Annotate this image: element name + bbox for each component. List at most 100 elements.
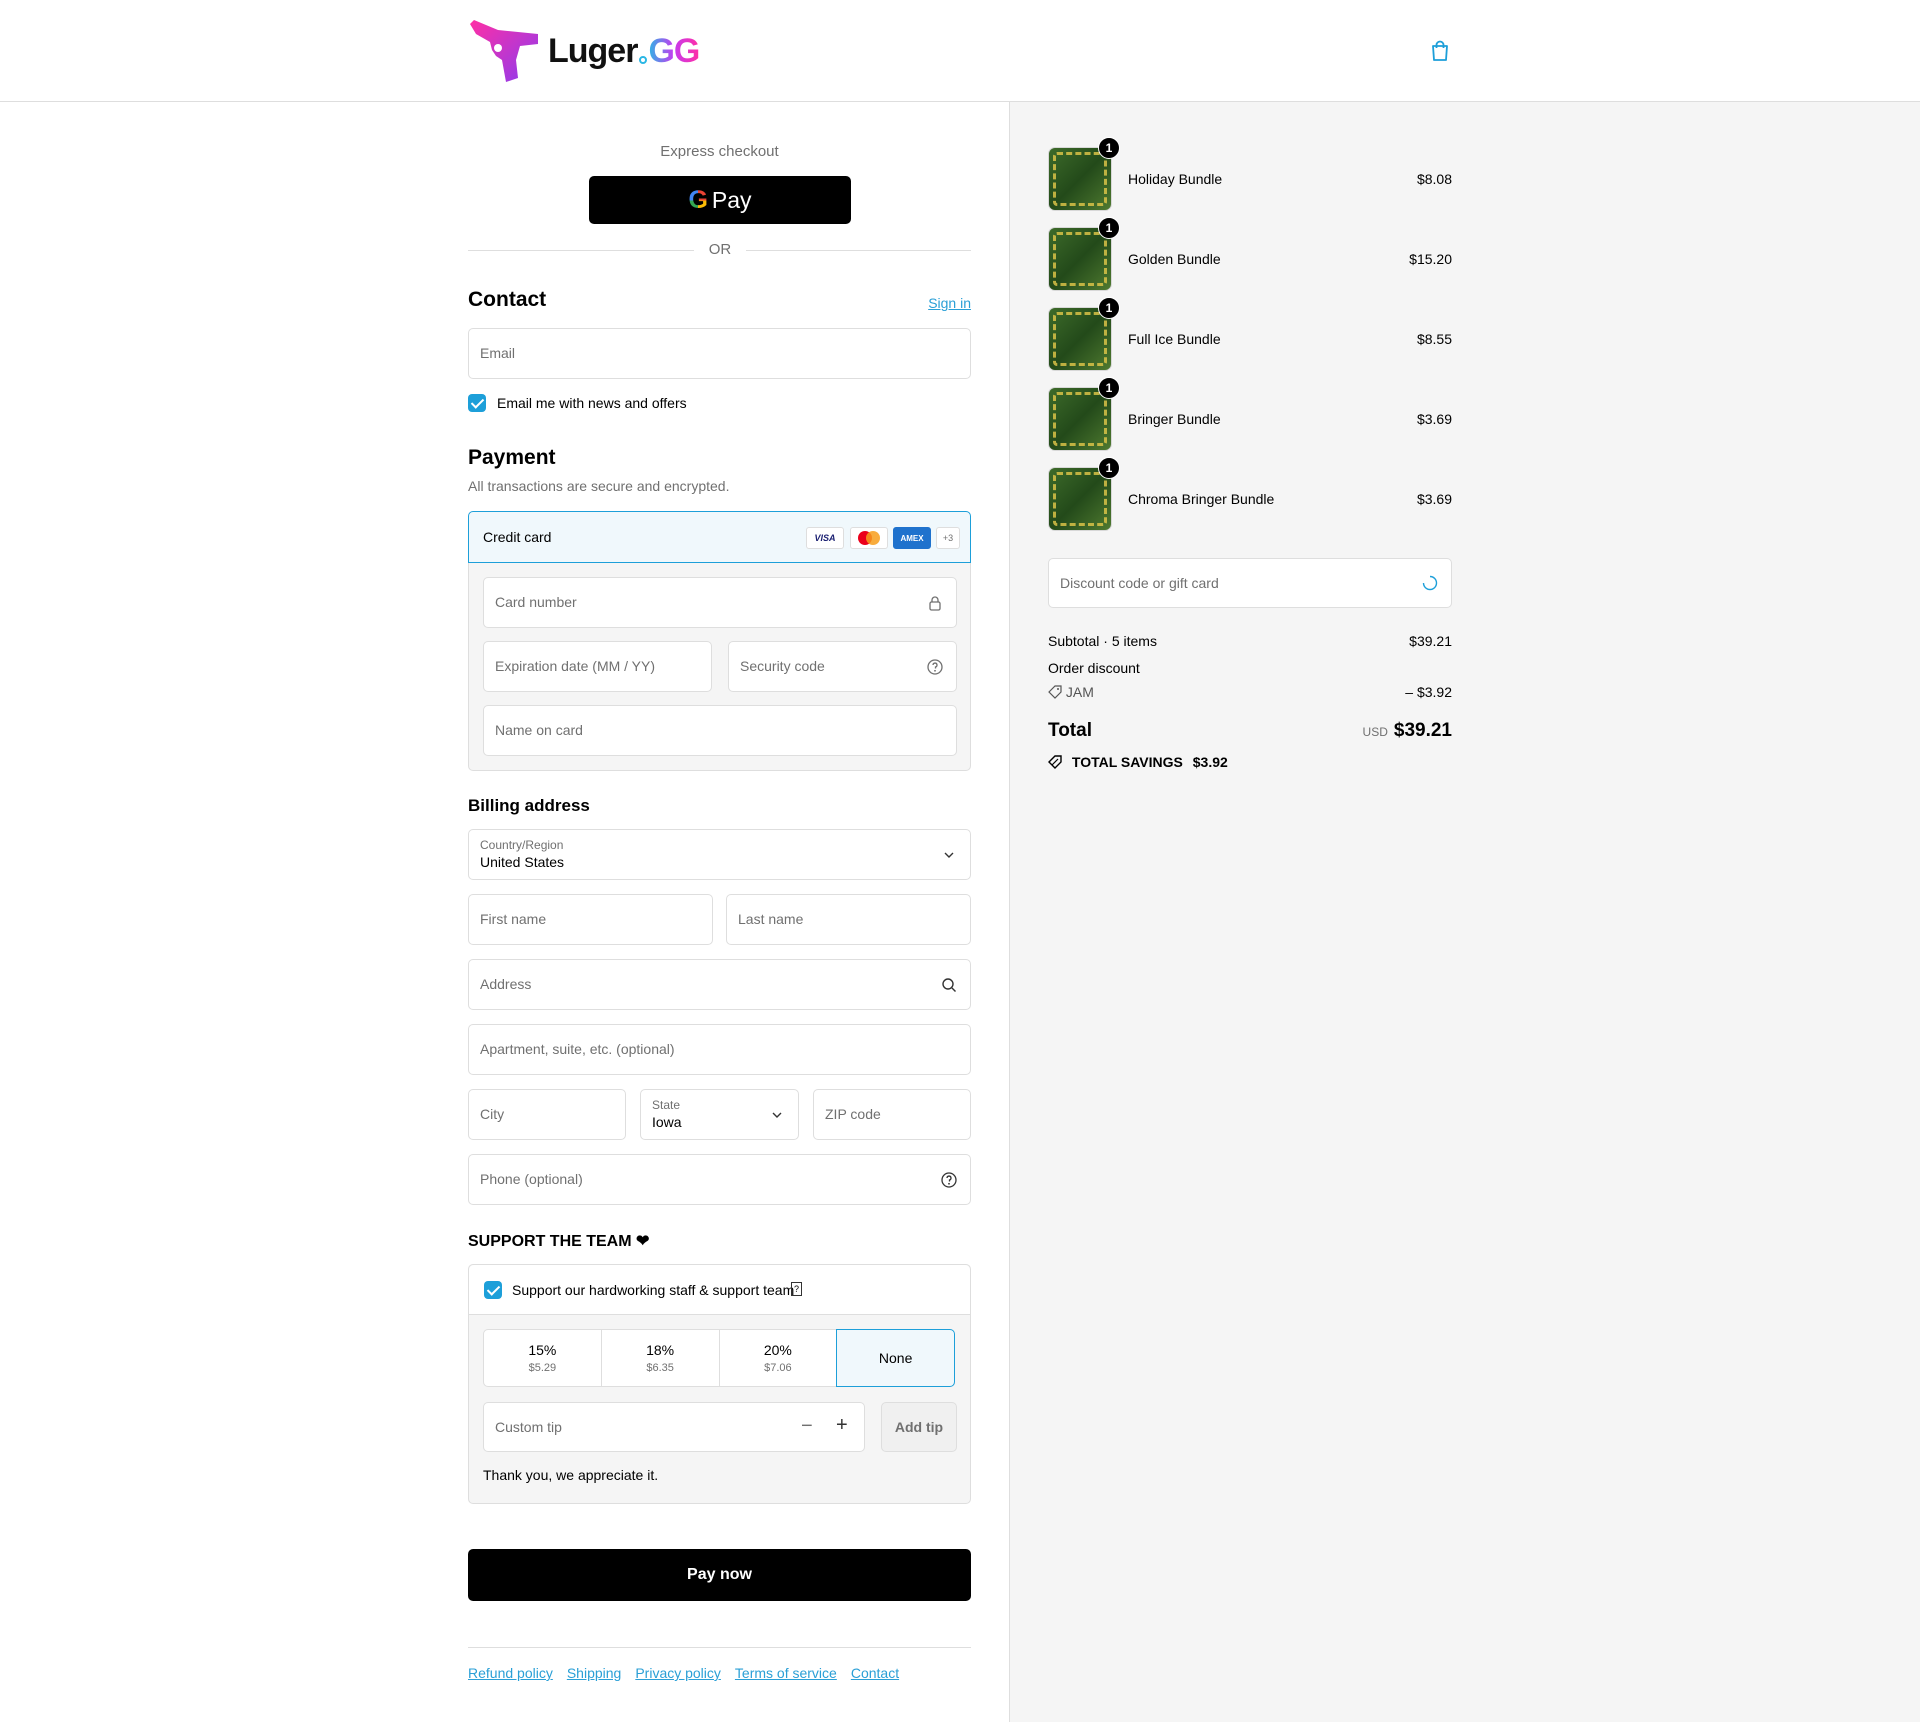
product-name: Golden Bundle: [1128, 251, 1221, 267]
product-name: Full Ice Bundle: [1128, 331, 1221, 347]
subtotal-row: Subtotal · 5 items $39.21: [1048, 633, 1452, 649]
total-value: $39.21: [1393, 720, 1452, 741]
tip-heading: SUPPORT THE TEAM ❤: [468, 1233, 650, 1250]
sign-in-link[interactable]: Sign in: [928, 295, 971, 311]
product-price: $3.69: [1416, 491, 1452, 507]
tip-amount: $6.35: [646, 1362, 674, 1374]
tip-option-15[interactable]: 15% $5.29: [483, 1329, 602, 1387]
first-name-placeholder: First name: [480, 911, 547, 927]
amex-icon: AMEX: [893, 527, 931, 549]
tip-percent: None: [878, 1350, 913, 1366]
product-price: $3.69: [1416, 411, 1452, 427]
order-item: 1 Holiday Bundle $8.08: [1048, 137, 1452, 211]
country-select[interactable]: Country/Region United States: [468, 829, 971, 880]
store-logo[interactable]: Luger GG: [468, 20, 700, 82]
tip-checkbox-label: Support our hardworking staff & support …: [512, 1282, 795, 1298]
chevron-down-icon: [772, 1112, 782, 1118]
tip-option-18[interactable]: 18% $6.35: [600, 1329, 720, 1387]
discount-code: JAM: [1065, 684, 1094, 700]
shipping-link[interactable]: Shipping: [567, 1665, 622, 1681]
tag-icon: [1048, 685, 1062, 699]
quantity-badge: 1: [1098, 217, 1120, 239]
newsletter-checkbox[interactable]: [468, 394, 486, 412]
state-value: Iowa: [652, 1114, 682, 1130]
product-name: Chroma Bringer Bundle: [1128, 491, 1275, 507]
refund-policy-link[interactable]: Refund policy: [468, 1665, 553, 1681]
help-icon[interactable]: [927, 659, 943, 675]
savings-value: $3.92: [1192, 754, 1228, 770]
apartment-placeholder: Apartment, suite, etc. (optional): [480, 1041, 675, 1057]
address-field[interactable]: Address: [468, 959, 971, 1010]
shopping-bag-icon[interactable]: [1430, 40, 1450, 62]
currency-code: USD: [1362, 725, 1388, 739]
loading-spinner-icon: [1422, 575, 1438, 591]
card-number-field[interactable]: Card number: [483, 577, 957, 628]
custom-tip-field[interactable]: Custom tip − +: [483, 1402, 865, 1452]
expiration-field[interactable]: Expiration date (MM / YY): [483, 641, 712, 692]
email-placeholder: Email: [480, 345, 516, 361]
discount-placeholder: Discount code or gift card: [1060, 575, 1219, 591]
store-name: Luger GG: [548, 31, 700, 70]
tip-amount: $5.29: [528, 1362, 557, 1374]
tip-option-20[interactable]: 20% $7.06: [718, 1329, 838, 1387]
name-on-card-field[interactable]: Name on card: [483, 705, 957, 756]
product-price: $8.55: [1416, 331, 1452, 347]
contact-heading: Contact: [468, 288, 547, 311]
credit-card-option[interactable]: Credit card VISA AMEX +3: [468, 511, 971, 563]
google-g-icon: G: [688, 185, 708, 214]
tip-checkbox[interactable]: [484, 1281, 502, 1299]
subtotal-value: $39.21: [1409, 633, 1452, 649]
product-name: Bringer Bundle: [1128, 411, 1221, 427]
security-code-placeholder: Security code: [740, 658, 825, 674]
phone-field[interactable]: Phone (optional): [468, 1154, 971, 1205]
header: Luger GG: [0, 0, 1920, 102]
privacy-policy-link[interactable]: Privacy policy: [635, 1665, 721, 1681]
discount-code-field[interactable]: Discount code or gift card: [1048, 558, 1452, 608]
quantity-badge: 1: [1098, 297, 1120, 319]
tip-option-none[interactable]: None: [836, 1329, 955, 1387]
savings-tag-icon: [1048, 755, 1062, 769]
state-select[interactable]: State Iowa: [640, 1089, 799, 1140]
search-icon: [942, 978, 956, 992]
tip-amount: $7.06: [764, 1362, 792, 1374]
google-pay-button[interactable]: G Pay: [589, 176, 851, 224]
expiration-placeholder: Expiration date (MM / YY): [495, 658, 656, 674]
decrement-button[interactable]: −: [801, 1415, 813, 1438]
lock-icon: [929, 596, 941, 611]
product-price: $8.08: [1416, 171, 1452, 187]
newsletter-label: Email me with news and offers: [497, 395, 687, 411]
state-label: State: [652, 1098, 681, 1112]
help-icon[interactable]: [941, 1172, 957, 1188]
email-field[interactable]: Email: [468, 328, 971, 379]
tip-toggle-row[interactable]: Support our hardworking staff & support …: [469, 1265, 970, 1315]
contact-link[interactable]: Contact: [851, 1665, 899, 1681]
apartment-field[interactable]: Apartment, suite, etc. (optional): [468, 1024, 971, 1075]
luger-pistol-icon: [470, 20, 538, 82]
increment-button[interactable]: +: [836, 1414, 848, 1437]
or-separator: OR: [694, 241, 746, 258]
last-name-field[interactable]: Last name: [726, 894, 971, 945]
footer-links: Refund policy Shipping Privacy policy Te…: [468, 1665, 899, 1681]
pay-now-button[interactable]: Pay now: [468, 1549, 971, 1601]
last-name-placeholder: Last name: [738, 911, 804, 927]
express-checkout-label: Express checkout: [660, 143, 779, 160]
discount-value: – $3.92: [1405, 684, 1452, 700]
security-code-field[interactable]: Security code: [728, 641, 957, 692]
billing-heading: Billing address: [468, 796, 590, 815]
product-name: Holiday Bundle: [1128, 171, 1223, 187]
more-brands-badge: +3: [936, 527, 960, 549]
order-item: 1 Bringer Bundle $3.69: [1048, 377, 1452, 451]
zip-placeholder: ZIP code: [825, 1106, 881, 1122]
subtotal-label: Subtotal · 5 items: [1048, 633, 1157, 649]
city-field[interactable]: City: [468, 1089, 626, 1140]
card-number-placeholder: Card number: [495, 594, 577, 610]
tip-options: 15% $5.29 18% $6.35 20% $7.06 None: [483, 1329, 955, 1387]
discount-code-row: JAM – $3.92: [1048, 684, 1452, 700]
zip-field[interactable]: ZIP code: [813, 1089, 971, 1140]
total-amount: USD $39.21: [1363, 720, 1452, 742]
mastercard-icon: [850, 527, 888, 549]
terms-of-service-link[interactable]: Terms of service: [735, 1665, 837, 1681]
visa-icon: VISA: [806, 527, 844, 549]
add-tip-button[interactable]: Add tip: [881, 1402, 957, 1452]
first-name-field[interactable]: First name: [468, 894, 713, 945]
